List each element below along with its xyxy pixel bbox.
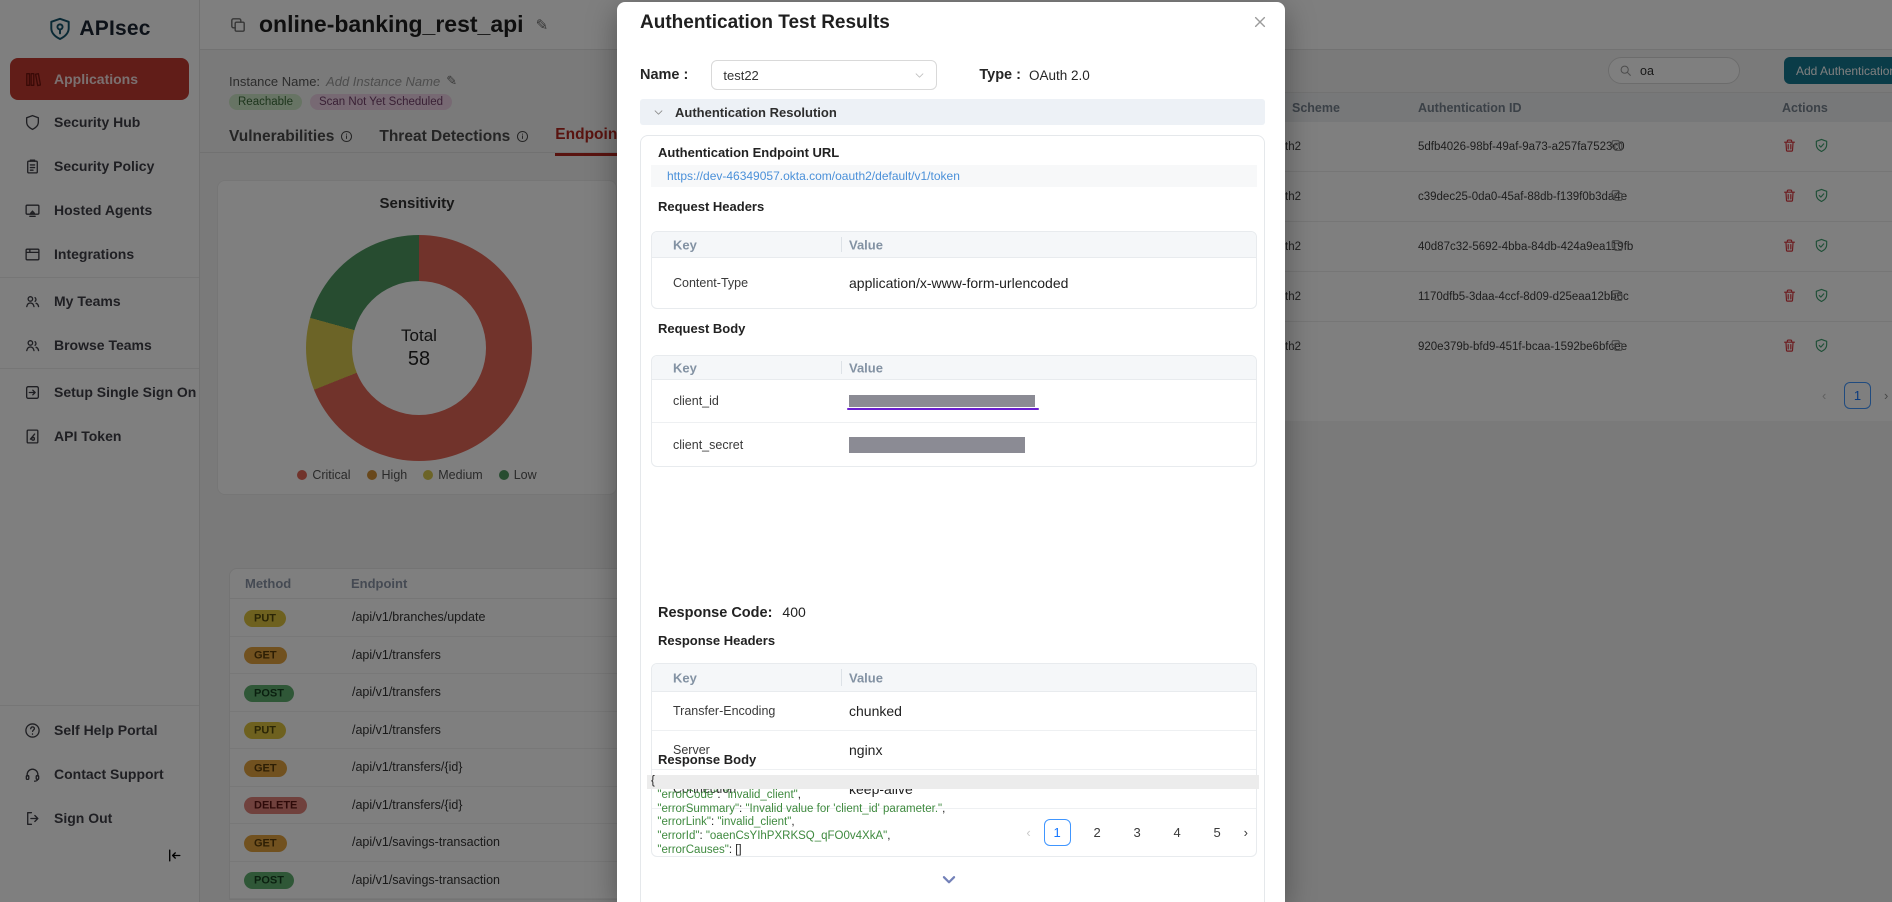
code-line: "errorId": "oaenCsYIhPXRKSQ_qFO0v4XkA",	[647, 830, 1259, 844]
request-body-table: Key Value client_id client_secret	[651, 355, 1257, 467]
code-line: "errorLink": "invalid_client",	[647, 816, 1259, 830]
endpoint-url-label: Authentication Endpoint URL	[658, 145, 839, 160]
type-value: OAuth 2.0	[1029, 68, 1090, 83]
response-body-label: Response Body	[658, 752, 756, 767]
kv-row: Content-Type application/x-www-form-urlen…	[652, 258, 1256, 308]
response-code-line: Response Code: 400	[658, 604, 806, 621]
request-body-label: Request Body	[658, 321, 745, 336]
kv-table-header: Key Value	[652, 356, 1256, 380]
request-headers-label: Request Headers	[658, 199, 764, 214]
type-label: Type :	[979, 67, 1021, 83]
kv-key: Transfer-Encoding	[673, 704, 775, 718]
redacted-value	[849, 437, 1025, 453]
code-line: "errorCode": "invalid_client",	[647, 789, 1259, 803]
name-select[interactable]: test22	[711, 60, 937, 90]
auth-resolution-panel: Authentication Endpoint URL https://dev-…	[640, 135, 1265, 902]
section-authentication-resolution[interactable]: Authentication Resolution	[640, 99, 1265, 125]
request-headers-table: Key Value Content-Type application/x-www-fo…	[651, 231, 1257, 309]
kv-key: client_secret	[673, 438, 743, 452]
response-code-value: 400	[782, 604, 805, 620]
kv-row: client_id	[652, 380, 1256, 423]
key-col-header: Key	[673, 670, 697, 685]
close-icon[interactable]	[1253, 15, 1267, 34]
kv-value: application/x-www-form-urlencoded	[849, 275, 1068, 291]
kv-value: chunked	[849, 703, 902, 719]
response-headers-label: Response Headers	[658, 633, 775, 648]
kv-row: client_secret	[652, 423, 1256, 466]
section-collapse-icon	[653, 107, 664, 118]
code-line: {	[647, 775, 1259, 789]
key-col-header: Key	[673, 237, 697, 252]
kv-key: Content-Type	[673, 276, 748, 290]
key-col-header: Key	[673, 360, 697, 375]
kv-value: nginx	[849, 742, 882, 758]
value-col-header: Value	[849, 360, 883, 375]
response-code-label: Response Code:	[658, 605, 772, 621]
scroll-down-icon[interactable]	[940, 871, 958, 894]
value-col-header: Value	[849, 670, 883, 685]
kv-table-header: Key Value	[652, 664, 1256, 692]
section-title: Authentication Resolution	[675, 105, 837, 120]
kv-table-header: Key Value	[652, 232, 1256, 258]
code-line: "errorCauses": []	[647, 844, 1259, 858]
kv-key: client_id	[673, 394, 719, 408]
chevron-down-icon	[914, 70, 925, 81]
name-label: Name :	[640, 67, 688, 83]
response-body-code: { "errorCode": "invalid_client", "errorS…	[647, 775, 1259, 858]
modal-title: Authentication Test Results	[640, 12, 890, 34]
app-root: APIsec ApplicationsSecurity HubSecurity …	[0, 0, 1892, 902]
endpoint-url-row: https://dev-46349057.okta.com/oauth2/def…	[651, 165, 1257, 187]
name-select-value: test22	[723, 68, 758, 83]
value-col-header: Value	[849, 237, 883, 252]
code-line: "errorSummary": "Invalid value for 'clie…	[647, 803, 1259, 817]
kv-row: Transfer-Encoding chunked	[652, 692, 1256, 731]
endpoint-url-link[interactable]: https://dev-46349057.okta.com/oauth2/def…	[667, 169, 960, 183]
auth-test-results-modal: Authentication Test Results Name : test2…	[617, 2, 1285, 902]
redacted-value	[849, 395, 1035, 407]
